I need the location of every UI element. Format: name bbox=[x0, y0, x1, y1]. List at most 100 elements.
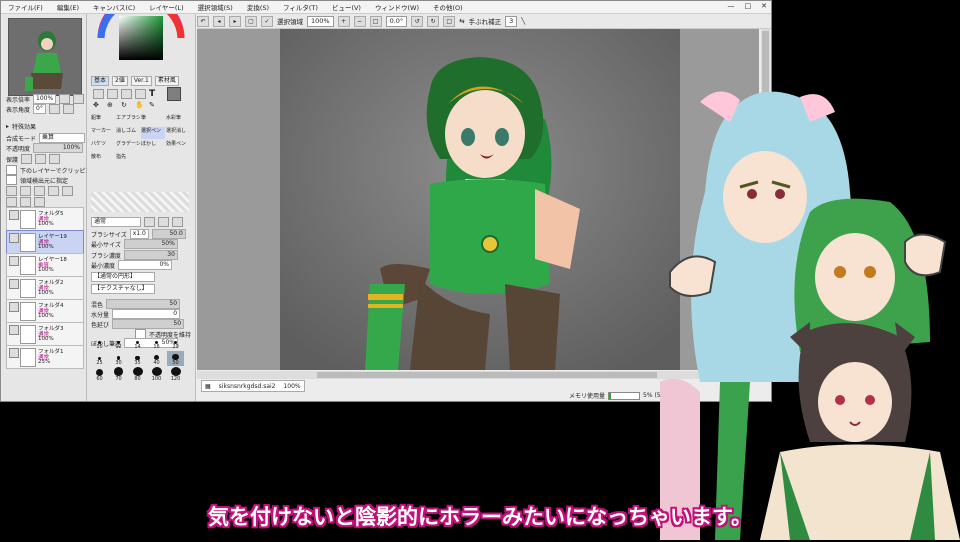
brush-size-preset[interactable]: 20 bbox=[167, 335, 184, 350]
brush-mode-select[interactable]: 通常 bbox=[91, 217, 141, 227]
tool-button[interactable]: 指先 bbox=[116, 153, 140, 165]
brush-size-preset[interactable]: 30 bbox=[110, 351, 127, 366]
brush-size-preset[interactable]: 100 bbox=[148, 367, 165, 382]
flatten-icon[interactable] bbox=[34, 197, 45, 207]
nav-rotate-reset-icon[interactable] bbox=[62, 104, 74, 114]
layer-item[interactable]: レイヤー18 乗算 100% bbox=[6, 253, 84, 277]
tool-button[interactable]: 散布 bbox=[91, 153, 115, 165]
brush-edge-2-icon[interactable] bbox=[158, 217, 169, 227]
mix-slider[interactable]: 50 bbox=[106, 299, 181, 309]
hand-tool-icon[interactable]: ✋ bbox=[135, 101, 147, 109]
effects-expander-icon[interactable]: ▸ bbox=[6, 123, 9, 130]
tool-button[interactable]: 消しゴム bbox=[116, 127, 140, 139]
menu-item[interactable]: ウィンドウ(W) bbox=[368, 2, 426, 12]
eye-icon[interactable] bbox=[9, 279, 19, 289]
clear-layer-icon[interactable] bbox=[20, 197, 31, 207]
flip-icon[interactable]: ⇆ bbox=[459, 17, 464, 25]
density-slider[interactable]: 30 bbox=[123, 250, 178, 260]
brush-size-mult[interactable]: x1.0 bbox=[129, 229, 149, 239]
menu-item[interactable]: 選択領域(S) bbox=[191, 2, 240, 12]
select-source-checkbox[interactable] bbox=[6, 175, 17, 185]
tool-button[interactable]: グラデーション bbox=[116, 140, 140, 152]
move-icon[interactable]: ✥ bbox=[93, 101, 105, 109]
opacity-slider[interactable]: 100% bbox=[33, 143, 84, 153]
brush-size-preset[interactable]: 120 bbox=[167, 367, 184, 382]
tool-button[interactable]: 筆 bbox=[141, 114, 165, 126]
minimize-button[interactable]: — bbox=[728, 2, 735, 10]
copy-layer-icon[interactable] bbox=[48, 186, 59, 196]
brush-size-preset[interactable]: 35 bbox=[129, 351, 146, 366]
transform-icon[interactable] bbox=[135, 89, 146, 99]
eyedropper-icon[interactable]: ✎ bbox=[149, 101, 161, 109]
nav-angle-field[interactable]: 0° bbox=[33, 104, 46, 114]
menu-item[interactable]: ファイル(F) bbox=[1, 2, 50, 12]
brush-size-preset[interactable]: 25 bbox=[91, 351, 108, 366]
new-linework-icon[interactable] bbox=[20, 186, 31, 196]
new-folder-icon[interactable] bbox=[34, 186, 45, 196]
nav-zoom-field[interactable]: 100% bbox=[33, 94, 57, 104]
new-layer-icon[interactable] bbox=[6, 186, 17, 196]
brush-size-slider[interactable]: 50.0 bbox=[151, 229, 186, 239]
redo-icon[interactable]: ▸ bbox=[229, 15, 241, 27]
maximize-button[interactable]: □ bbox=[745, 2, 752, 10]
layer-item[interactable]: レイヤー19 通常 100% bbox=[6, 230, 84, 254]
color-tab[interactable]: 2値 bbox=[112, 76, 128, 86]
current-color-swatch[interactable] bbox=[167, 87, 181, 101]
nav-zoom-out-icon[interactable] bbox=[73, 94, 85, 104]
lock-layer-icon[interactable] bbox=[35, 154, 47, 164]
layer-item[interactable]: フォルダ1 通常 25% bbox=[6, 345, 84, 369]
blend-select[interactable]: 乗算 bbox=[39, 133, 86, 143]
brush-shape-select[interactable]: 【通常の円形】 bbox=[91, 272, 155, 282]
layer-item[interactable]: フォルダ2 通常 100% bbox=[6, 276, 84, 300]
tool-button[interactable]: 鉛筆 bbox=[91, 114, 115, 126]
color-tab[interactable]: 基本 bbox=[91, 76, 110, 86]
brush-size-preset[interactable]: 70 bbox=[110, 367, 127, 382]
select-toggle-checkbox[interactable]: ✓ bbox=[261, 15, 273, 27]
stretch-slider[interactable]: 50 bbox=[112, 319, 185, 329]
eye-icon[interactable] bbox=[9, 302, 19, 312]
rotate-tool-icon[interactable]: ↻ bbox=[121, 101, 133, 109]
tool-button[interactable]: 選択ペン bbox=[141, 127, 165, 139]
tool-button[interactable]: ぼかし bbox=[141, 140, 165, 152]
close-button[interactable]: ✕ bbox=[761, 2, 767, 10]
lock-opacity-icon[interactable] bbox=[21, 154, 33, 164]
color-wheel[interactable] bbox=[93, 14, 189, 78]
line-tool-icon[interactable]: ╲ bbox=[521, 17, 525, 25]
water-slider[interactable]: 0 bbox=[112, 309, 181, 319]
stabilizer-field[interactable]: 3 bbox=[505, 15, 518, 27]
rotate-cw-icon[interactable]: ↻ bbox=[427, 15, 440, 27]
tool-button[interactable]: マーカー bbox=[91, 127, 115, 139]
brush-size-preset[interactable]: 10 bbox=[91, 335, 108, 350]
canvas-document[interactable] bbox=[280, 29, 680, 370]
lasso-icon[interactable] bbox=[107, 89, 118, 99]
angle-field[interactable]: 0.0° bbox=[385, 15, 408, 27]
eye-icon[interactable] bbox=[9, 256, 19, 266]
menu-item[interactable]: キャンバス(C) bbox=[86, 2, 142, 12]
brush-edge-1-icon[interactable] bbox=[144, 217, 155, 227]
tool-button[interactable]: エアブラシ bbox=[116, 114, 140, 126]
min-size-slider[interactable]: 50% bbox=[123, 239, 178, 249]
menu-item[interactable]: ビュー(V) bbox=[325, 2, 368, 12]
angle-reset-icon[interactable]: □ bbox=[443, 15, 456, 27]
zoom-in-icon[interactable]: + bbox=[337, 15, 350, 27]
navigator-thumbnail[interactable] bbox=[8, 18, 82, 96]
color-tab[interactable]: 素材風 bbox=[154, 76, 179, 86]
select-rect-icon[interactable] bbox=[93, 89, 104, 99]
eye-icon[interactable] bbox=[9, 325, 19, 335]
merge-down-icon[interactable] bbox=[6, 197, 17, 207]
eye-icon[interactable] bbox=[9, 348, 19, 358]
min-density-slider[interactable]: 0% bbox=[118, 260, 173, 270]
deselect-icon[interactable]: ▢ bbox=[245, 15, 257, 27]
layer-item[interactable]: フォルダ3 通常 100% bbox=[6, 322, 84, 346]
brush-size-preset[interactable]: 14 bbox=[129, 335, 146, 350]
nav-rotate-icon[interactable] bbox=[48, 104, 60, 114]
zoom-tool-icon[interactable]: ⊕ bbox=[107, 101, 119, 109]
brush-texture-select[interactable]: 【テクスチャなし】 bbox=[91, 284, 155, 294]
horizontal-scroll-thumb[interactable] bbox=[317, 372, 657, 378]
menu-item[interactable]: その他(O) bbox=[426, 2, 470, 12]
delete-layer-icon[interactable] bbox=[62, 186, 73, 196]
brush-size-preset[interactable]: 12 bbox=[110, 335, 127, 350]
brush-size-preset[interactable]: 16 bbox=[148, 335, 165, 350]
text-tool-icon[interactable]: T bbox=[149, 89, 161, 99]
layer-item[interactable]: フォルダ5 通常 100% bbox=[6, 207, 84, 231]
